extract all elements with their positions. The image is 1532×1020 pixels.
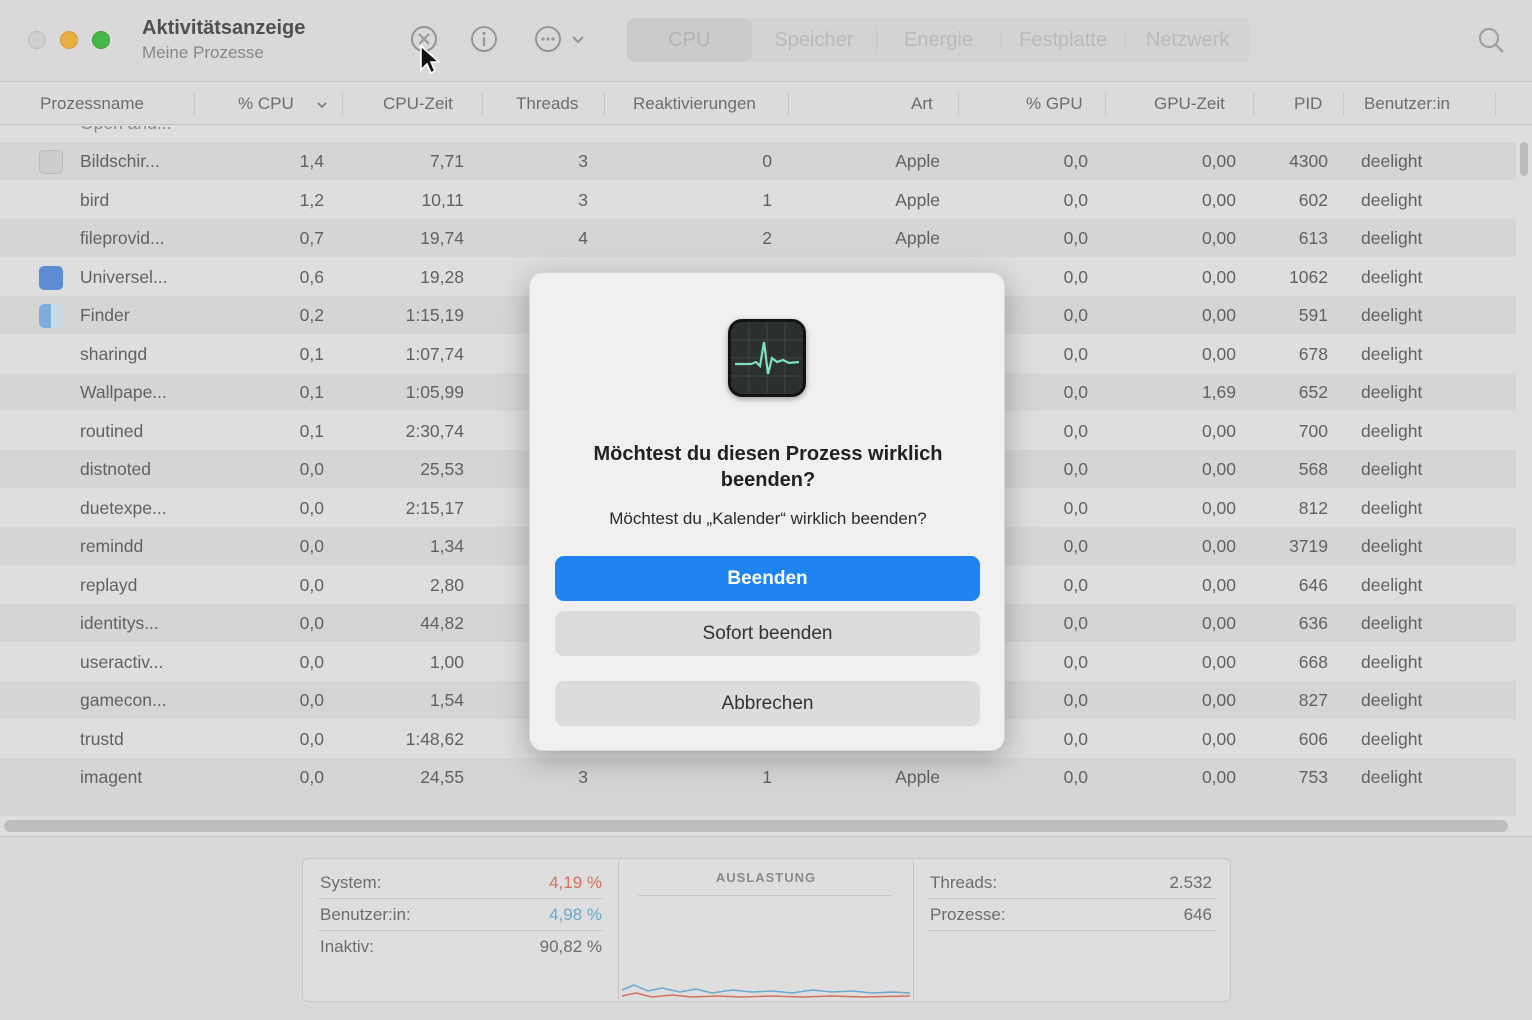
- activity-monitor-icon: [728, 319, 806, 397]
- quit-process-dialog: Möchtest du diesen Prozess wirklich been…: [529, 272, 1005, 751]
- activity-monitor-window: Aktivitätsanzeige Meine Prozesse CPU Spe…: [0, 0, 1532, 1020]
- dialog-message: Möchtest du „Kalender“ wirklich beenden?: [609, 509, 927, 528]
- force-quit-button[interactable]: Sofort beenden: [555, 611, 980, 656]
- quit-button[interactable]: Beenden: [555, 556, 980, 601]
- cancel-button[interactable]: Abbrechen: [555, 681, 980, 726]
- dialog-title: Möchtest du diesen Prozess wirklich been…: [593, 443, 943, 491]
- mouse-pointer-icon: [420, 44, 442, 75]
